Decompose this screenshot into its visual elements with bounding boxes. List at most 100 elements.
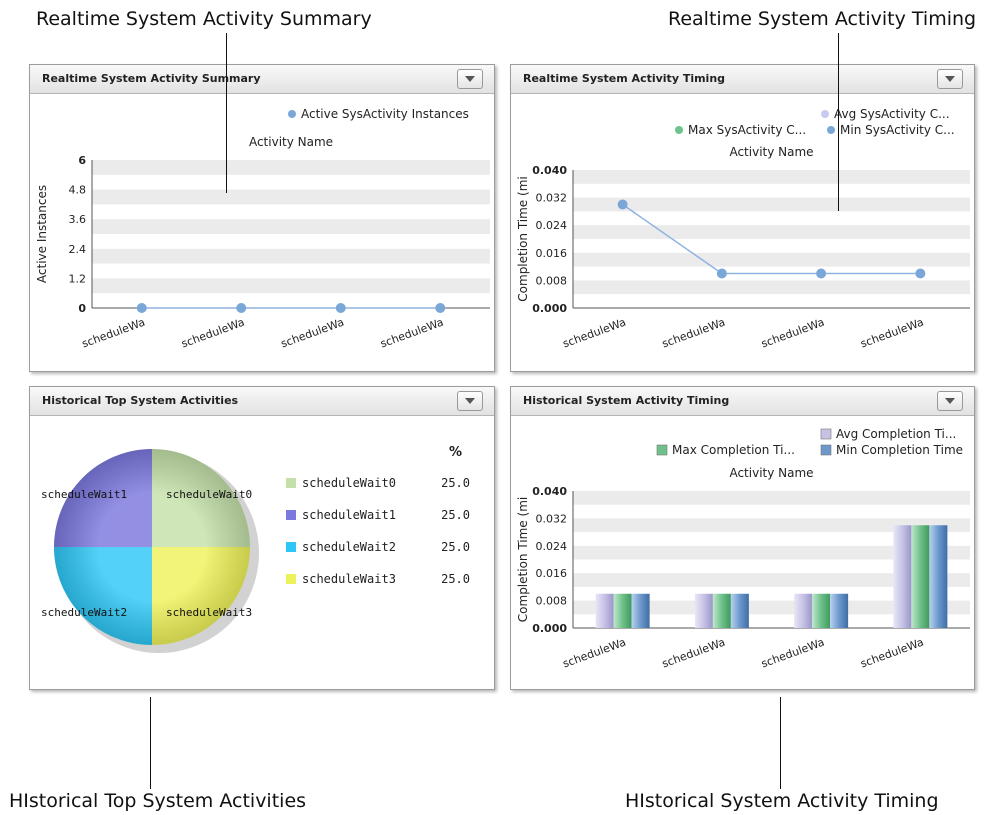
panel-title: Historical Top System Activities bbox=[42, 394, 239, 407]
legend-label: Min SysActivity C... bbox=[840, 123, 955, 137]
bar bbox=[694, 593, 713, 628]
legend-label: Min Completion Time bbox=[836, 443, 963, 457]
data-point bbox=[136, 303, 147, 313]
chart-title: Activity Name bbox=[729, 466, 813, 480]
callout-realtime-timing: Realtime System Activity Timing bbox=[668, 8, 977, 30]
data-point bbox=[915, 268, 926, 279]
bar bbox=[730, 593, 749, 628]
x-tick-label: scheduleWa bbox=[759, 316, 826, 351]
legend-label: Avg SysActivity C... bbox=[834, 107, 950, 121]
y-tick-label: 0.008 bbox=[536, 595, 568, 608]
legend-label: scheduleWait3 bbox=[302, 572, 396, 586]
x-tick-label: scheduleWa bbox=[279, 316, 346, 351]
x-tick-label: scheduleWa bbox=[859, 316, 926, 351]
x-tick-label: scheduleWa bbox=[660, 636, 727, 671]
y-tick-label: 0 bbox=[78, 302, 86, 315]
grid-band bbox=[92, 278, 490, 294]
panel-menu-button[interactable] bbox=[937, 391, 963, 411]
grid-band bbox=[573, 197, 970, 212]
grid-band bbox=[573, 170, 970, 184]
panel-title: Realtime System Activity Summary bbox=[42, 72, 261, 85]
legend-label: Max Completion Ti... bbox=[672, 443, 795, 457]
y-tick-label: 2.4 bbox=[69, 243, 87, 256]
grid-band bbox=[92, 160, 490, 175]
callout-historical-timing: HIstorical System Activity Timing bbox=[625, 790, 939, 812]
legend-swatch bbox=[286, 574, 296, 584]
bar bbox=[830, 593, 849, 628]
callout-historical-top: HIstorical Top System Activities bbox=[9, 790, 307, 812]
bar bbox=[812, 593, 831, 628]
x-tick-label: scheduleWa bbox=[561, 636, 628, 671]
bar bbox=[613, 593, 632, 628]
panel-header: Historical Top System Activities bbox=[30, 387, 494, 416]
y-tick-label: 0.024 bbox=[536, 219, 568, 232]
y-tick-label: 0.008 bbox=[536, 274, 568, 287]
legend-swatch bbox=[820, 428, 832, 440]
y-tick-label: 4.8 bbox=[69, 184, 87, 197]
slice-label: scheduleWait1 bbox=[41, 488, 127, 501]
panel-historical-top: Historical Top System Activities schedul… bbox=[29, 386, 495, 690]
pie-chart: scheduleWait0 scheduleWait1 scheduleWait2 s… bbox=[41, 445, 470, 653]
grid-band bbox=[573, 225, 970, 239]
data-point bbox=[716, 268, 727, 279]
callout-realtime-summary: Realtime System Activity Summary bbox=[36, 8, 372, 30]
grid-band bbox=[573, 491, 970, 505]
legend-swatch bbox=[820, 444, 832, 456]
summary-chart: Active SysActivity Instances 0 1.2 2.4 3.6 4.… bbox=[35, 107, 490, 351]
data-point bbox=[435, 303, 446, 313]
bar bbox=[911, 525, 930, 628]
data-point bbox=[617, 199, 628, 210]
panel-menu-button[interactable] bbox=[457, 69, 483, 89]
slice-label: scheduleWait0 bbox=[166, 488, 252, 501]
x-tick-label: scheduleWa bbox=[660, 316, 727, 351]
legend-swatch bbox=[827, 126, 835, 134]
grid-band bbox=[92, 219, 490, 234]
percent-header: % bbox=[449, 445, 462, 460]
x-tick-label: scheduleWa bbox=[379, 316, 446, 351]
panel-menu-button[interactable] bbox=[457, 391, 483, 411]
data-point bbox=[236, 303, 247, 313]
callout-line bbox=[780, 697, 781, 789]
x-tick-label: scheduleWa bbox=[759, 636, 826, 671]
chevron-down-icon bbox=[465, 398, 475, 404]
grid-band bbox=[573, 280, 970, 295]
y-tick-label: 0.040 bbox=[532, 164, 567, 177]
panel-realtime-summary: Realtime System Activity Summary Active … bbox=[29, 64, 495, 372]
legend-value: 25.0 bbox=[441, 540, 470, 554]
bar bbox=[893, 525, 912, 628]
y-axis-label: Active Instances bbox=[35, 185, 49, 283]
y-tick-label: 6 bbox=[78, 154, 86, 167]
y-tick-label: 1.2 bbox=[69, 272, 87, 285]
slice-label: scheduleWait3 bbox=[166, 606, 252, 619]
legend-value: 25.0 bbox=[441, 508, 470, 522]
y-axis-label: Completion Time (mi bbox=[516, 497, 530, 622]
legend-swatch bbox=[288, 110, 296, 118]
y-axis-label: Completion Time (mi bbox=[516, 176, 530, 301]
y-tick-label: 0.016 bbox=[536, 567, 568, 580]
y-tick-label: 0.000 bbox=[532, 302, 567, 315]
panel-menu-button[interactable] bbox=[937, 69, 963, 89]
y-tick-label: 0.032 bbox=[536, 512, 568, 525]
legend-swatch bbox=[675, 126, 683, 134]
panel-header: Historical System Activity Timing bbox=[511, 387, 974, 416]
x-tick-label: scheduleWa bbox=[80, 316, 147, 351]
chevron-down-icon bbox=[465, 76, 475, 82]
grid-band bbox=[92, 248, 490, 264]
y-tick-label: 3.6 bbox=[69, 213, 87, 226]
legend-label: Active SysActivity Instances bbox=[301, 107, 469, 121]
bar bbox=[929, 525, 948, 628]
slice-label: scheduleWait2 bbox=[41, 606, 127, 619]
legend-value: 25.0 bbox=[441, 572, 470, 586]
callout-line bbox=[838, 33, 839, 211]
legend-label: scheduleWait2 bbox=[302, 540, 396, 554]
x-tick-label: scheduleWa bbox=[180, 316, 247, 351]
bar-chart: Avg Completion Ti... Max Completion Ti...… bbox=[516, 427, 970, 671]
legend-swatch bbox=[821, 110, 829, 118]
legend-label: scheduleWait1 bbox=[302, 508, 396, 522]
panel-historical-timing: Historical System Activity Timing Avg Co… bbox=[510, 386, 975, 690]
y-tick-label: 0.000 bbox=[532, 622, 567, 635]
callout-line bbox=[226, 33, 227, 193]
bar bbox=[595, 593, 614, 628]
bar bbox=[794, 593, 813, 628]
panel-header: Realtime System Activity Summary bbox=[30, 65, 494, 94]
